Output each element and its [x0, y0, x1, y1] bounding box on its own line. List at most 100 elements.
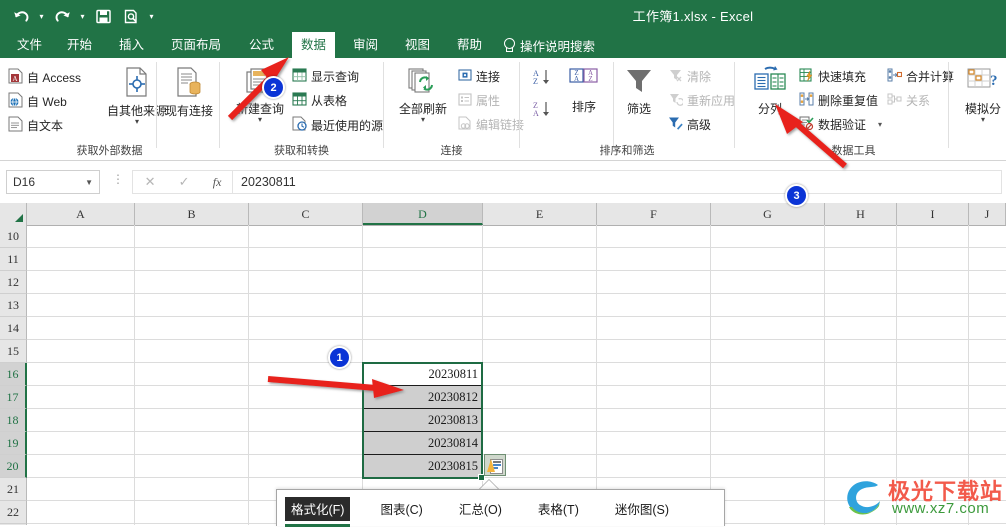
column-header-b[interactable]: B: [135, 203, 249, 225]
tab-file[interactable]: 文件: [8, 32, 51, 58]
sort-label: 排序: [571, 100, 596, 114]
tell-me-search[interactable]: 操作说明搜索: [502, 32, 595, 58]
clear-filter-label: 清除: [687, 70, 712, 84]
web-icon: [8, 92, 23, 111]
row-header-22[interactable]: 22: [0, 501, 27, 524]
from-other-sources-button[interactable]: 自其他来源 ▾: [106, 66, 168, 126]
show-queries-button[interactable]: 显示查询: [292, 68, 359, 85]
text-to-columns-button[interactable]: 分列: [743, 66, 797, 116]
insert-function-icon[interactable]: fx: [213, 175, 222, 190]
refresh-all-icon: [407, 66, 439, 101]
cancel-entry-icon[interactable]: ✕: [145, 174, 156, 190]
tab-page-layout[interactable]: 页面布局: [162, 32, 230, 58]
svg-text:?: ?: [990, 73, 998, 89]
tab-insert[interactable]: 插入: [110, 32, 153, 58]
sort-ascending-button[interactable]: AZ: [532, 68, 554, 91]
quick-analysis-button[interactable]: [484, 454, 506, 476]
qa-tab-sparklines[interactable]: 迷你图(S): [609, 497, 675, 521]
tab-data[interactable]: 数据: [292, 32, 336, 58]
row-header-16[interactable]: 16: [0, 363, 27, 386]
data-validation-dropdown-icon[interactable]: ▾: [878, 120, 882, 129]
confirm-entry-icon[interactable]: ✓: [179, 174, 190, 190]
filter-button[interactable]: 筛选: [616, 66, 662, 116]
row-header-12[interactable]: 12: [0, 271, 27, 294]
advanced-filter-button[interactable]: 高级: [668, 116, 711, 133]
column-header-j[interactable]: J: [969, 203, 1006, 225]
sort-descending-button[interactable]: ZA: [532, 100, 554, 123]
from-table-button[interactable]: 从表格: [292, 92, 347, 109]
text-to-columns-label: 分列: [757, 102, 782, 116]
column-header-d[interactable]: D: [363, 203, 483, 225]
tab-review[interactable]: 审阅: [344, 32, 387, 58]
step-badge-3: 3: [785, 184, 808, 207]
tab-help[interactable]: 帮助: [448, 32, 491, 58]
connections-label: 连接: [476, 70, 501, 84]
show-queries-icon: [292, 68, 307, 85]
recent-sources-button[interactable]: 最近使用的源: [292, 116, 383, 134]
sort-button[interactable]: ZAAZ 排序: [562, 66, 606, 114]
name-box[interactable]: D16 ▼: [6, 170, 100, 194]
access-icon: A: [8, 68, 23, 87]
qa-tab-charts[interactable]: 图表(C): [374, 497, 428, 521]
qa-tab-tables[interactable]: 表格(T): [532, 497, 585, 521]
from-other-sources-dropdown-icon[interactable]: ▾: [135, 118, 139, 126]
qa-tab-totals[interactable]: 汇总(O): [453, 497, 508, 521]
from-access-button[interactable]: A 自 Access: [8, 68, 81, 87]
what-if-analysis-dropdown-icon[interactable]: ▾: [981, 116, 985, 124]
clear-filter-button: 清除: [668, 68, 711, 85]
qa-tab-formatting[interactable]: 格式化(F): [285, 497, 351, 527]
cell-d16[interactable]: 20230811: [363, 363, 482, 386]
row-header-19[interactable]: 19: [0, 432, 27, 455]
refresh-all-button[interactable]: 全部刷新 ▾: [394, 66, 452, 124]
column-header-e[interactable]: E: [483, 203, 597, 225]
row-header-13[interactable]: 13: [0, 294, 27, 317]
column-header-a[interactable]: A: [27, 203, 135, 225]
properties-label: 属性: [476, 94, 501, 108]
from-web-button[interactable]: 自 Web: [8, 92, 67, 111]
ribbon-group-get-external-data: A 自 Access 自 Web 自文本 自其他来源 ▾ 现有连接 获取外部数据: [0, 58, 219, 160]
consolidate-button[interactable]: 合并计算: [887, 68, 954, 85]
formula-input[interactable]: 20230811: [232, 170, 1002, 194]
row-header-14[interactable]: 14: [0, 317, 27, 340]
row-header-10[interactable]: 10: [0, 225, 27, 248]
cell-d20[interactable]: 20230815: [363, 455, 482, 478]
cell-d17[interactable]: 20230812: [363, 386, 482, 409]
ribbon: A 自 Access 自 Web 自文本 自其他来源 ▾ 现有连接 获取外部数据…: [0, 58, 1006, 161]
column-header-f[interactable]: F: [597, 203, 711, 225]
from-access-label: 自 Access: [27, 71, 82, 85]
watermark: 极光下载站 www.xz7.com: [840, 474, 1005, 522]
data-validation-button[interactable]: 数据验证 ▾: [799, 116, 882, 133]
flash-fill-button[interactable]: 快速填充: [799, 68, 866, 85]
new-query-dropdown-icon[interactable]: ▾: [258, 116, 262, 124]
name-box-value: D16: [13, 175, 36, 189]
row-header-17[interactable]: 17: [0, 386, 27, 409]
row-header-18[interactable]: 18: [0, 409, 27, 432]
column-header-g[interactable]: G: [711, 203, 825, 225]
edit-links-label: 编辑链接: [476, 118, 525, 132]
tab-view[interactable]: 视图: [396, 32, 439, 58]
reapply-icon: [668, 92, 685, 109]
tab-formulas[interactable]: 公式: [240, 32, 283, 58]
select-all-button[interactable]: [0, 203, 27, 225]
connections-button[interactable]: 连接: [458, 68, 500, 85]
what-if-analysis-button[interactable]: ? 模拟分 ▾: [955, 66, 1006, 124]
cell-d19[interactable]: 20230814: [363, 432, 482, 455]
tab-home[interactable]: 开始: [58, 32, 101, 58]
column-header-i[interactable]: I: [897, 203, 969, 225]
name-box-dropdown-icon[interactable]: ▼: [85, 178, 99, 187]
row-header-20[interactable]: 20: [0, 455, 27, 478]
row-header-21[interactable]: 21: [0, 478, 27, 501]
remove-duplicates-icon: [799, 92, 814, 109]
remove-duplicates-button[interactable]: 删除重复值: [799, 92, 878, 109]
from-text-button[interactable]: 自文本: [8, 116, 63, 135]
column-header-c[interactable]: C: [249, 203, 363, 225]
recent-sources-label: 最近使用的源: [311, 118, 384, 133]
refresh-all-dropdown-icon[interactable]: ▾: [421, 116, 425, 124]
existing-connections-button[interactable]: 现有连接: [160, 66, 218, 118]
from-text-label: 自文本: [27, 119, 64, 133]
column-header-h[interactable]: H: [825, 203, 897, 225]
cell-d18[interactable]: 20230813: [363, 409, 482, 432]
row-header-15[interactable]: 15: [0, 340, 27, 363]
properties-button: 属性: [458, 92, 500, 109]
row-header-11[interactable]: 11: [0, 248, 27, 271]
